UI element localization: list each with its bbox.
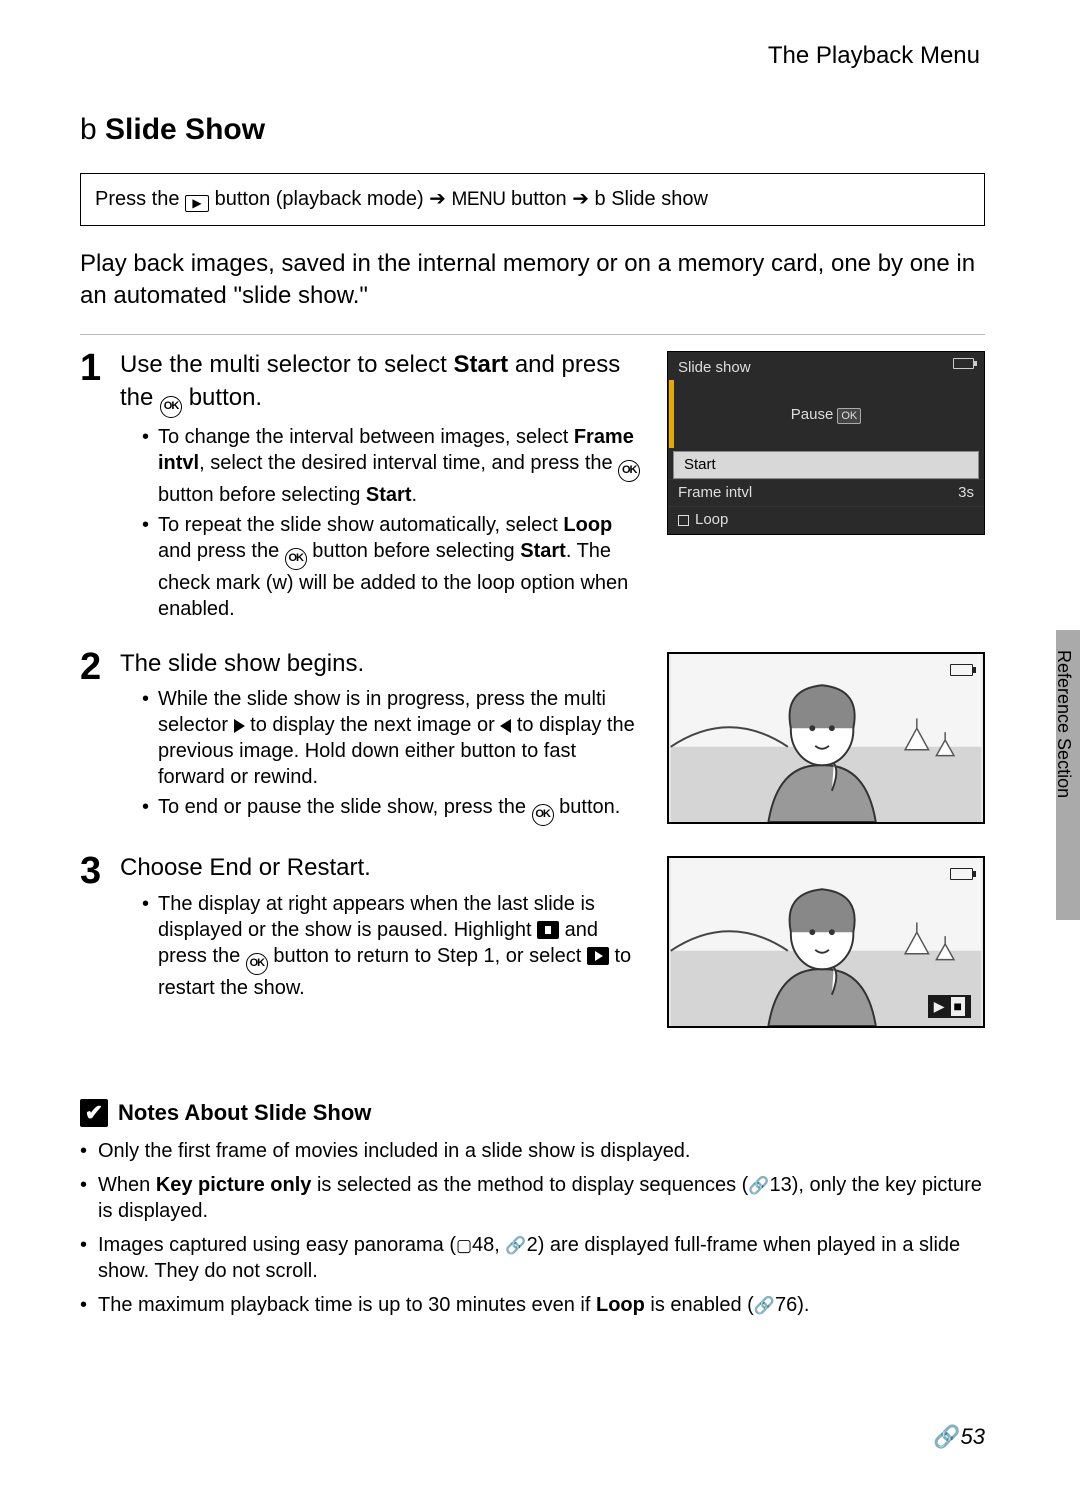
playback-icon: ▶ — [185, 195, 209, 212]
bullet: To change the interval between images, s… — [142, 424, 647, 508]
bullet: The display at right appears when the la… — [142, 891, 647, 1001]
arrow-icon: ➔ — [572, 188, 589, 210]
step-heading: Use the multi selector to select Start a… — [120, 349, 647, 417]
step-2: 2 The slide show begins. While the slide… — [80, 648, 985, 830]
left-arrow-icon — [500, 719, 511, 733]
path-text: Slide show — [611, 188, 708, 210]
page-number: 🔗53 — [933, 1422, 985, 1452]
arrow-icon: ➔ — [429, 188, 446, 210]
illustration-panel — [667, 652, 985, 824]
header-section: The Playback Menu — [80, 40, 985, 72]
ok-pill-icon: OK — [837, 408, 861, 425]
cam-row-frame: Frame intvl3s — [668, 479, 984, 506]
step-number: 1 — [80, 343, 101, 394]
play-icon: ▶ — [934, 997, 945, 1016]
cam-title: Slide show — [678, 359, 751, 376]
ok-icon: OK — [246, 953, 268, 975]
battery-icon — [950, 664, 973, 676]
step-number: 3 — [80, 846, 101, 897]
step-1: 1 Use the multi selector to select Start… — [80, 349, 985, 625]
title-prefix: b — [80, 113, 97, 146]
notes-heading: Notes About Slide Show — [118, 1098, 371, 1128]
menu-button-label: MENU — [452, 189, 506, 210]
stop-icon — [537, 921, 559, 939]
note-item: Only the first frame of movies included … — [98, 1138, 985, 1164]
reference-link-icon: 🔗 — [933, 1424, 960, 1449]
path-text: b — [595, 188, 612, 210]
step-3: 3 Choose End or Restart. The display at … — [80, 852, 985, 1028]
battery-icon — [950, 868, 973, 880]
illustration-panel: ▶ ■ — [667, 856, 985, 1028]
camera-menu-screenshot: Slide show PauseOK Start Frame intvl3s L… — [667, 351, 985, 534]
page-title: b Slide Show — [80, 110, 985, 151]
note-item: Images captured using easy panorama (▢48… — [98, 1232, 985, 1284]
check-badge-icon: ✔ — [80, 1099, 108, 1127]
step-heading: The slide show begins. — [120, 648, 647, 680]
step-heading: Choose End or Restart. — [120, 852, 647, 884]
reference-link-icon: 🔗 — [754, 1296, 775, 1315]
note-item: The maximum playback time is up to 30 mi… — [98, 1292, 985, 1318]
bullet: To repeat the slide show automatically, … — [142, 512, 647, 622]
portrait-scene-icon — [669, 654, 983, 822]
bullet: While the slide show is in progress, pre… — [142, 686, 647, 790]
navigation-path-box: Press the ▶ button (playback mode) ➔ MEN… — [80, 173, 985, 226]
cam-row-loop: Loop — [668, 506, 984, 533]
side-section-label: Reference Section — [1052, 650, 1076, 798]
intro-paragraph: Play back images, saved in the internal … — [80, 248, 985, 313]
note-item: When Key picture only is selected as the… — [98, 1172, 985, 1224]
cam-pause-label: Pause — [791, 406, 834, 423]
reference-link-icon: 🔗 — [505, 1236, 526, 1255]
path-text: button (playback mode) — [215, 188, 430, 210]
step-number: 2 — [80, 642, 101, 693]
right-arrow-icon — [234, 719, 245, 733]
ok-icon: OK — [285, 548, 307, 570]
stop-icon: ■ — [951, 997, 965, 1016]
path-text: button — [511, 188, 572, 210]
battery-icon — [953, 358, 974, 369]
path-text: Press the — [95, 188, 185, 210]
bullet: To end or pause the slide show, press th… — [142, 794, 647, 826]
accent-bar — [669, 380, 674, 448]
reference-link-icon: 🔗 — [748, 1176, 769, 1195]
title-main: Slide Show — [105, 113, 265, 146]
book-icon: ▢ — [456, 1236, 472, 1255]
playback-controls-overlay: ▶ ■ — [928, 995, 971, 1018]
cam-row-start: Start — [673, 451, 979, 479]
ok-icon: OK — [532, 804, 554, 826]
divider — [80, 334, 985, 335]
notes-section: ✔ Notes About Slide Show Only the first … — [80, 1098, 985, 1318]
ok-icon: OK — [618, 460, 640, 482]
play-icon — [587, 947, 609, 965]
checkbox-icon — [678, 515, 689, 526]
ok-icon: OK — [160, 396, 182, 418]
